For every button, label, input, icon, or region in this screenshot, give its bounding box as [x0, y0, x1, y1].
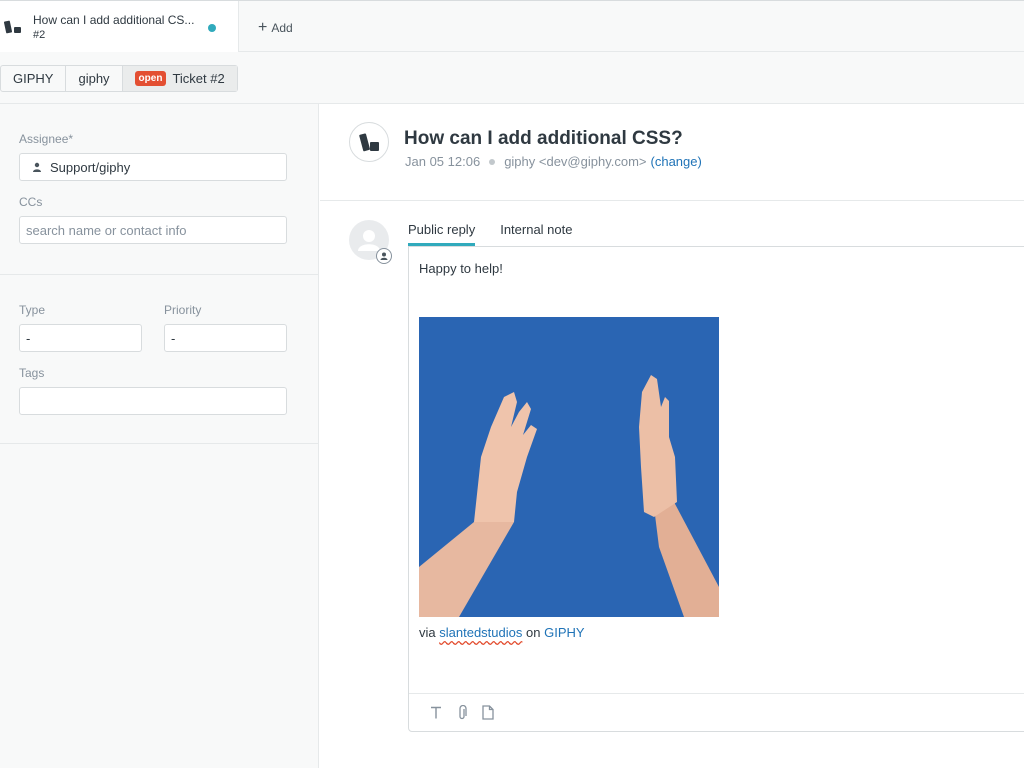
assignee-field[interactable]: Support/giphy [19, 153, 287, 181]
change-requester-link[interactable]: (change) [651, 154, 702, 169]
gif-image [419, 317, 719, 617]
breadcrumb-bar: GIPHY giphy open Ticket #2 [0, 52, 1024, 104]
add-tab-button[interactable]: + Add [258, 19, 293, 36]
text-format-icon[interactable] [429, 705, 443, 721]
tab-internal-note[interactable]: Internal note [500, 218, 572, 246]
ticket-tab[interactable]: How can I add additional CS... #2 [0, 1, 239, 52]
author-link[interactable]: slantedstudios [439, 625, 522, 640]
unread-indicator [208, 24, 216, 32]
tags-input[interactable] [19, 387, 287, 415]
tab-public-reply[interactable]: Public reply [408, 218, 476, 246]
sidebar-divider [0, 274, 319, 275]
breadcrumb: GIPHY giphy open Ticket #2 [0, 65, 238, 92]
attribution-via: via [419, 625, 436, 640]
ticket-tab-number: #2 [33, 29, 46, 41]
breadcrumb-ticket[interactable]: open Ticket #2 [122, 66, 237, 91]
plus-icon: + [258, 19, 268, 36]
document-icon[interactable] [481, 705, 495, 721]
reply-composer[interactable]: Happy to help! via slantedstudios on GIP… [408, 246, 1024, 732]
ticket-tab-title: How can I add additional CS... [33, 13, 195, 27]
sidebar-divider [0, 443, 319, 444]
zendesk-logo-icon [4, 20, 21, 34]
ticket-subject: How can I add additional CSS? [404, 128, 683, 149]
ticket-date: Jan 05 12:06 [405, 154, 481, 169]
breadcrumb-requester[interactable]: giphy [66, 66, 123, 91]
add-tab-label: Add [271, 21, 293, 35]
requester-name: giphy <dev@giphy.com> [504, 154, 647, 169]
ticket-properties-sidebar: Assignee* Support/giphy CCs search name … [0, 104, 319, 768]
status-badge: open [134, 71, 167, 86]
type-select[interactable]: - [19, 324, 142, 352]
separator-dot [489, 158, 496, 165]
gif-attribution: via slantedstudios on GIPHY [419, 625, 585, 640]
breadcrumb-ticket-label: Ticket #2 [172, 71, 225, 86]
person-icon [33, 162, 41, 172]
high-five-gif[interactable] [419, 317, 719, 617]
assignee-label: Assignee* [19, 132, 74, 146]
attachment-icon[interactable] [455, 704, 469, 721]
ticket-header: How can I add additional CSS? Jan 05 12:… [320, 104, 1024, 201]
type-label: Type [19, 303, 46, 317]
breadcrumb-org[interactable]: GIPHY [1, 66, 67, 91]
agent-role-icon [376, 248, 392, 264]
ccs-search-input[interactable]: search name or contact info [19, 216, 287, 244]
assignee-value: Support/giphy [50, 159, 131, 175]
giphy-link[interactable]: GIPHY [544, 625, 584, 640]
composer-toolbar [409, 693, 1024, 731]
top-tab-bar: How can I add additional CS... #2 + Add [0, 0, 1024, 52]
requester-avatar[interactable] [349, 122, 389, 162]
tags-label: Tags [19, 366, 45, 380]
ticket-meta: Jan 05 12:06 giphy <dev@giphy.com> (chan… [405, 154, 702, 169]
ccs-label: CCs [19, 195, 43, 209]
giphy-logo-icon [359, 133, 379, 152]
reply-body-text[interactable]: Happy to help! [419, 261, 503, 276]
reply-type-tabs: Public reply Internal note [408, 218, 572, 246]
attribution-on: on [526, 625, 541, 640]
priority-label: Priority [164, 303, 202, 317]
priority-select[interactable]: - [164, 324, 287, 352]
